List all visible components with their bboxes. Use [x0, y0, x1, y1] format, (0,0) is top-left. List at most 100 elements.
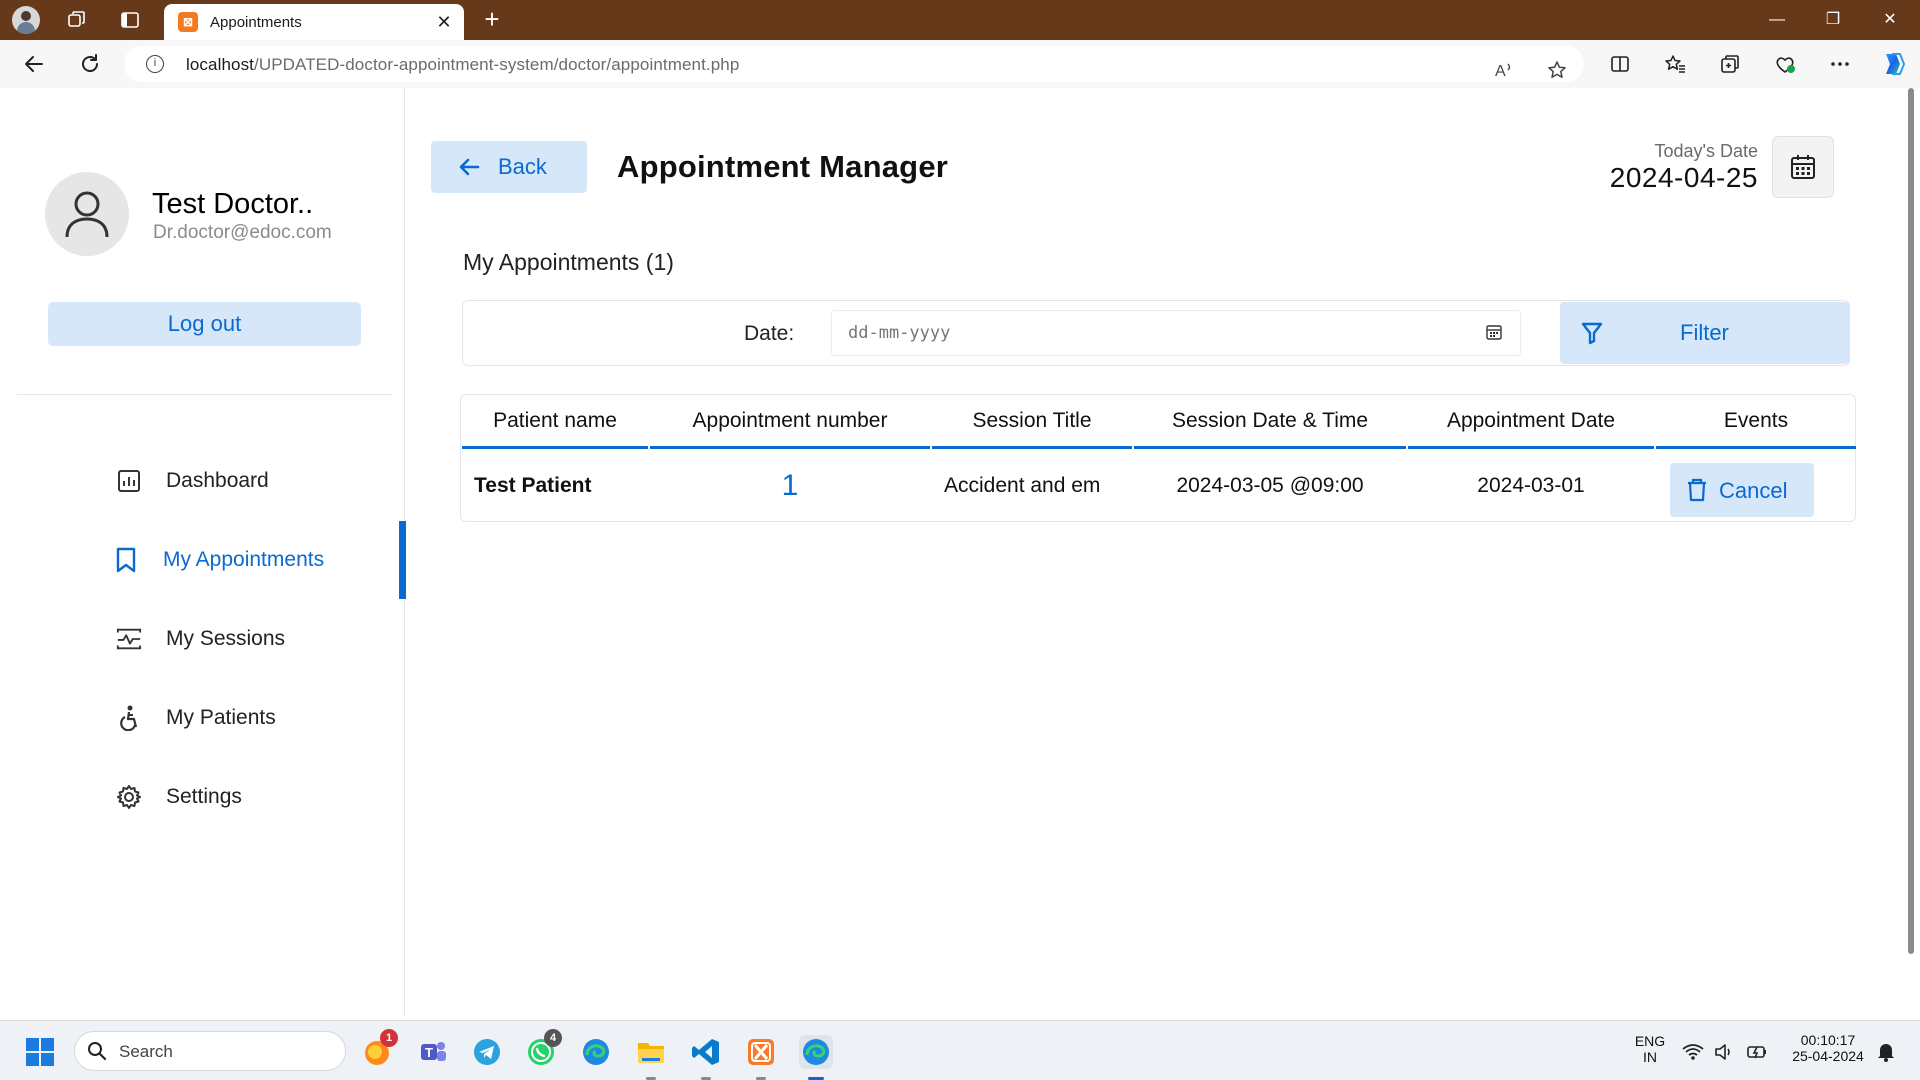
- active-indicator: [399, 521, 406, 599]
- favorite-star-icon[interactable]: [1543, 56, 1571, 84]
- column-header: Events: [1656, 395, 1856, 449]
- svg-text:T: T: [425, 1045, 433, 1060]
- accessibility-icon: [116, 705, 142, 731]
- windows-start-icon[interactable]: [23, 1035, 57, 1069]
- date-filter-input[interactable]: [831, 310, 1521, 356]
- language-code: ENG: [1634, 1033, 1666, 1049]
- sidebar-item-label: Dashboard: [166, 469, 269, 492]
- site-info-icon[interactable]: i: [146, 55, 164, 73]
- bookmark-icon: [113, 547, 139, 573]
- refresh-icon[interactable]: [76, 50, 104, 78]
- doctor-name: Test Doctor..: [152, 188, 314, 220]
- appointments-table: Patient name Appointment number Session …: [460, 394, 1856, 522]
- minimize-icon[interactable]: —: [1757, 6, 1797, 34]
- browser-tab-active[interactable]: ⊠ Appointments ✕: [164, 4, 464, 40]
- copilot-icon[interactable]: [1879, 50, 1907, 78]
- xampp-icon: ⊠: [178, 12, 198, 32]
- dashboard-icon: [116, 468, 142, 494]
- doctor-avatar: [45, 172, 129, 256]
- cell-appointment-number: 1: [781, 469, 799, 502]
- calendar-button[interactable]: [1772, 136, 1834, 198]
- back-button[interactable]: Back: [431, 141, 587, 193]
- calendar-icon: [1791, 155, 1815, 179]
- page-title: Appointment Manager: [617, 149, 949, 184]
- search-label: Search: [119, 1042, 173, 1061]
- file-explorer-icon[interactable]: [634, 1035, 668, 1080]
- sidebar-item-my-patients[interactable]: My Patients: [5, 683, 405, 753]
- sidebar-item-my-sessions[interactable]: My Sessions: [5, 604, 405, 674]
- column-header: Session Date & Time: [1134, 395, 1406, 449]
- tab-actions-icon[interactable]: [117, 8, 143, 32]
- xampp-taskbar-icon[interactable]: [744, 1035, 778, 1080]
- filter-button[interactable]: Filter: [1560, 302, 1850, 364]
- workspaces-icon[interactable]: [64, 8, 90, 32]
- url-text: localhost/UPDATED-doctor-appointment-sys…: [186, 55, 740, 74]
- cancel-appointment-button[interactable]: Cancel: [1670, 463, 1814, 517]
- date-picker-icon[interactable]: [1485, 323, 1503, 341]
- whatsapp-icon[interactable]: 4: [524, 1029, 562, 1069]
- sidebar-item-label: My Sessions: [166, 627, 286, 650]
- volume-icon[interactable]: [1711, 1035, 1739, 1069]
- restore-icon[interactable]: ❐: [1813, 6, 1853, 34]
- funnel-icon: [1580, 321, 1604, 351]
- close-tab-icon[interactable]: ✕: [434, 12, 454, 32]
- windows-taskbar: Search 1 T 4 ENG IN 00:10:17 25-04-2024: [0, 1020, 1920, 1080]
- sidebar-item-my-appointments[interactable]: My Appointments: [5, 521, 406, 599]
- battery-icon[interactable]: [1743, 1035, 1771, 1069]
- column-header: Appointment number: [650, 395, 930, 449]
- sessions-icon: [116, 626, 142, 652]
- region-code: IN: [1643, 1049, 1657, 1065]
- notification-badge: 4: [544, 1029, 562, 1047]
- today-date-label: Today's Date: [1654, 141, 1759, 161]
- date-filter-label: Date:: [744, 322, 795, 345]
- column-header: Patient name: [462, 395, 648, 449]
- edge-active-icon[interactable]: [799, 1035, 833, 1080]
- favorites-icon[interactable]: [1661, 50, 1689, 78]
- taskbar-search[interactable]: Search: [74, 1031, 346, 1071]
- gear-icon: [116, 784, 142, 810]
- cell-patient-name: Test Patient: [474, 474, 592, 497]
- firefox-icon[interactable]: 1: [360, 1029, 398, 1069]
- sidebar-item-label: My Patients: [166, 706, 276, 729]
- trash-icon: [1686, 478, 1708, 508]
- back-nav-icon[interactable]: [20, 50, 48, 78]
- language-indicator[interactable]: ENG IN: [1630, 1033, 1670, 1065]
- clock-date: 25-04-2024: [1792, 1048, 1864, 1064]
- filter-bar: Date: Filter: [462, 300, 1850, 366]
- notification-badge: 1: [380, 1029, 398, 1047]
- sidebar-item-settings[interactable]: Settings: [5, 762, 405, 832]
- edge-icon[interactable]: [579, 1035, 613, 1069]
- column-header: Session Title: [932, 395, 1132, 449]
- teams-icon[interactable]: T: [416, 1035, 450, 1069]
- close-window-icon[interactable]: ✕: [1870, 6, 1910, 34]
- more-options-icon[interactable]: [1826, 50, 1854, 78]
- url-bar[interactable]: i localhost/UPDATED-doctor-appointment-s…: [124, 46, 1584, 82]
- collections-icon[interactable]: [1716, 50, 1744, 78]
- logout-button[interactable]: Log out: [48, 302, 361, 346]
- search-icon: [87, 1041, 107, 1066]
- sidebar-divider: [17, 394, 393, 395]
- sidebar-item-dashboard[interactable]: Dashboard: [5, 446, 405, 516]
- filter-button-label: Filter: [1680, 320, 1729, 345]
- sidebar-item-label: Settings: [166, 785, 242, 808]
- browser-titlebar: ⊠ Appointments ✕ + — ❐ ✕: [0, 0, 1920, 40]
- page-scrollbar[interactable]: [1908, 88, 1914, 954]
- cell-appointment-date: 2024-03-01: [1477, 474, 1585, 497]
- address-toolbar: i localhost/UPDATED-doctor-appointment-s…: [0, 40, 1920, 88]
- svg-text:A: A: [1495, 63, 1506, 80]
- vscode-icon[interactable]: [689, 1035, 723, 1080]
- arrow-left-icon: [457, 155, 481, 185]
- clock[interactable]: 00:10:17 25-04-2024: [1780, 1032, 1876, 1064]
- new-tab-icon[interactable]: +: [478, 6, 506, 34]
- read-aloud-icon[interactable]: A: [1490, 56, 1518, 84]
- user-icon: [65, 191, 109, 238]
- wifi-icon[interactable]: [1679, 1035, 1707, 1069]
- notification-bell-icon[interactable]: [1873, 1035, 1899, 1069]
- split-screen-icon[interactable]: [1606, 50, 1634, 78]
- telegram-icon[interactable]: [470, 1035, 504, 1069]
- today-date-value: 2024-04-25: [1609, 162, 1758, 193]
- cancel-button-label: Cancel: [1719, 478, 1788, 503]
- cell-session-datetime: 2024-03-05 @09:00: [1176, 474, 1364, 497]
- profile-avatar[interactable]: [12, 6, 40, 34]
- browser-essentials-icon[interactable]: [1771, 50, 1799, 78]
